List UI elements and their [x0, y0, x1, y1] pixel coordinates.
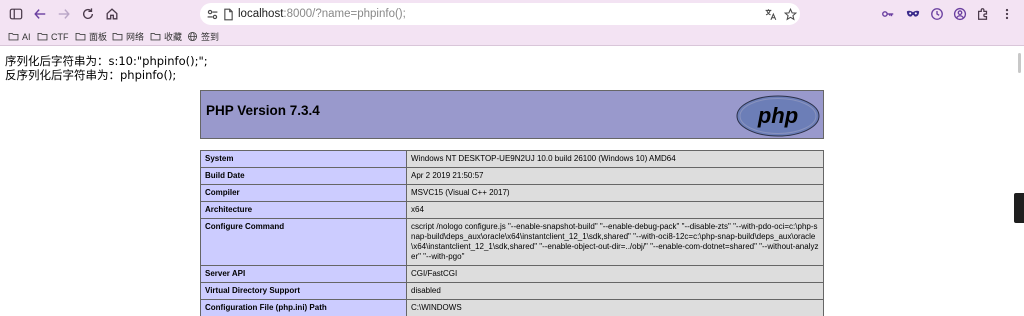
- table-row: Build Date Apr 2 2019 21:50:57: [200, 167, 824, 185]
- key-icon[interactable]: [878, 4, 898, 24]
- table-row: Architecture x64: [200, 201, 824, 219]
- php-logo-text: php: [757, 103, 798, 128]
- bookmark-label: CTF: [51, 31, 69, 42]
- sidebar-toggle-icon[interactable]: [6, 4, 26, 24]
- forward-icon[interactable]: [54, 4, 74, 24]
- folder-icon: [150, 32, 161, 41]
- page-icon: [220, 6, 236, 22]
- row-key: Compiler: [200, 184, 407, 202]
- row-key: Configure Command: [200, 218, 407, 266]
- row-value: Apr 2 2019 21:50:57: [406, 167, 824, 185]
- url-path: :8000/?name=phpinfo();: [283, 8, 406, 20]
- history-icon[interactable]: [927, 4, 947, 24]
- extensions-icon[interactable]: [973, 4, 993, 24]
- phpinfo-table: System Windows NT DESKTOP-UE9N2UJ 10.0 bu…: [200, 150, 824, 316]
- php-version-title: PHP Version 7.3.4: [206, 103, 320, 118]
- row-key: Build Date: [200, 167, 407, 185]
- row-value: x64: [406, 201, 824, 219]
- bookmark-label: 网络: [126, 32, 145, 42]
- row-value: cscript /nologo configure.js "--enable-s…: [406, 218, 824, 266]
- account-icon[interactable]: [950, 4, 970, 24]
- row-key: Architecture: [200, 201, 407, 219]
- row-value: disabled: [406, 282, 824, 300]
- bookmark-label: AI: [22, 31, 31, 42]
- back-icon[interactable]: [30, 4, 50, 24]
- bookmark-label: 收藏: [164, 32, 183, 42]
- browser-toolbar: localhost:8000/?name=phpinfo();: [0, 0, 1024, 28]
- globe-icon: [187, 31, 198, 42]
- bookmark-label: 签到: [201, 32, 220, 42]
- phpinfo-header: PHP Version 7.3.4 php: [200, 90, 824, 139]
- table-row: Virtual Directory Support disabled: [200, 282, 824, 300]
- side-panel-tab[interactable]: [1014, 193, 1024, 223]
- menu-icon[interactable]: [997, 4, 1017, 24]
- table-row: Compiler MSVC15 (Visual C++ 2017): [200, 184, 824, 202]
- folder-icon: [37, 32, 48, 41]
- address-bar[interactable]: localhost:8000/?name=phpinfo();: [200, 3, 800, 25]
- phpinfo-container: PHP Version 7.3.4 php System Windows NT D…: [200, 90, 824, 316]
- folder-icon: [75, 32, 86, 41]
- table-row: Configuration File (php.ini) Path C:\WIND…: [200, 299, 824, 316]
- row-key: System: [200, 150, 407, 168]
- favorite-star-icon[interactable]: [782, 6, 798, 22]
- php-logo-icon: php: [736, 95, 820, 137]
- url-host: localhost: [238, 8, 284, 20]
- page-content: 序列化后字符串为：s:10:"phpinfo();"; 反序列化后字符串为：ph…: [0, 47, 1024, 316]
- row-value: MSVC15 (Visual C++ 2017): [406, 184, 824, 202]
- folder-icon: [8, 32, 19, 41]
- reload-icon[interactable]: [78, 4, 98, 24]
- table-row: Server API CGI/FastCGI: [200, 265, 824, 283]
- unserialized-output: 反序列化后字符串为：phpinfo();: [5, 68, 177, 82]
- bookmark-folder-favorites[interactable]: 收藏: [150, 29, 182, 44]
- scrollbar-thumb[interactable]: [1018, 53, 1021, 73]
- row-key: Virtual Directory Support: [200, 282, 407, 300]
- url-text[interactable]: localhost:8000/?name=phpinfo();: [238, 7, 406, 21]
- row-key: Configuration File (php.ini) Path: [200, 299, 407, 316]
- browser-chrome: localhost:8000/?name=phpinfo(); AI CTF 面…: [0, 0, 1024, 46]
- home-icon[interactable]: [102, 4, 122, 24]
- row-value: Windows NT DESKTOP-UE9N2UJ 10.0 build 26…: [406, 150, 824, 168]
- bookmark-label: 面板: [89, 32, 108, 42]
- row-value: CGI/FastCGI: [406, 265, 824, 283]
- bookmarks-bar: AI CTF 面板 网络 收藏 签到: [0, 28, 1024, 45]
- folder-icon: [112, 32, 123, 41]
- bookmark-folder-ctf[interactable]: CTF: [37, 29, 69, 44]
- bookmark-folder-panel[interactable]: 面板: [75, 29, 107, 44]
- bookmark-folder-network[interactable]: 网络: [112, 29, 144, 44]
- translate-icon[interactable]: [762, 6, 778, 22]
- row-value: C:\WINDOWS: [406, 299, 824, 316]
- bookmark-checkin[interactable]: 签到: [187, 29, 219, 44]
- row-key: Server API: [200, 265, 407, 283]
- table-row: Configure Command cscript /nologo configu…: [200, 218, 824, 266]
- bookmark-folder-ai[interactable]: AI: [8, 29, 31, 44]
- extension-mask-icon[interactable]: [903, 4, 923, 24]
- table-row: System Windows NT DESKTOP-UE9N2UJ 10.0 bu…: [200, 150, 824, 168]
- site-info-icon[interactable]: [204, 6, 220, 22]
